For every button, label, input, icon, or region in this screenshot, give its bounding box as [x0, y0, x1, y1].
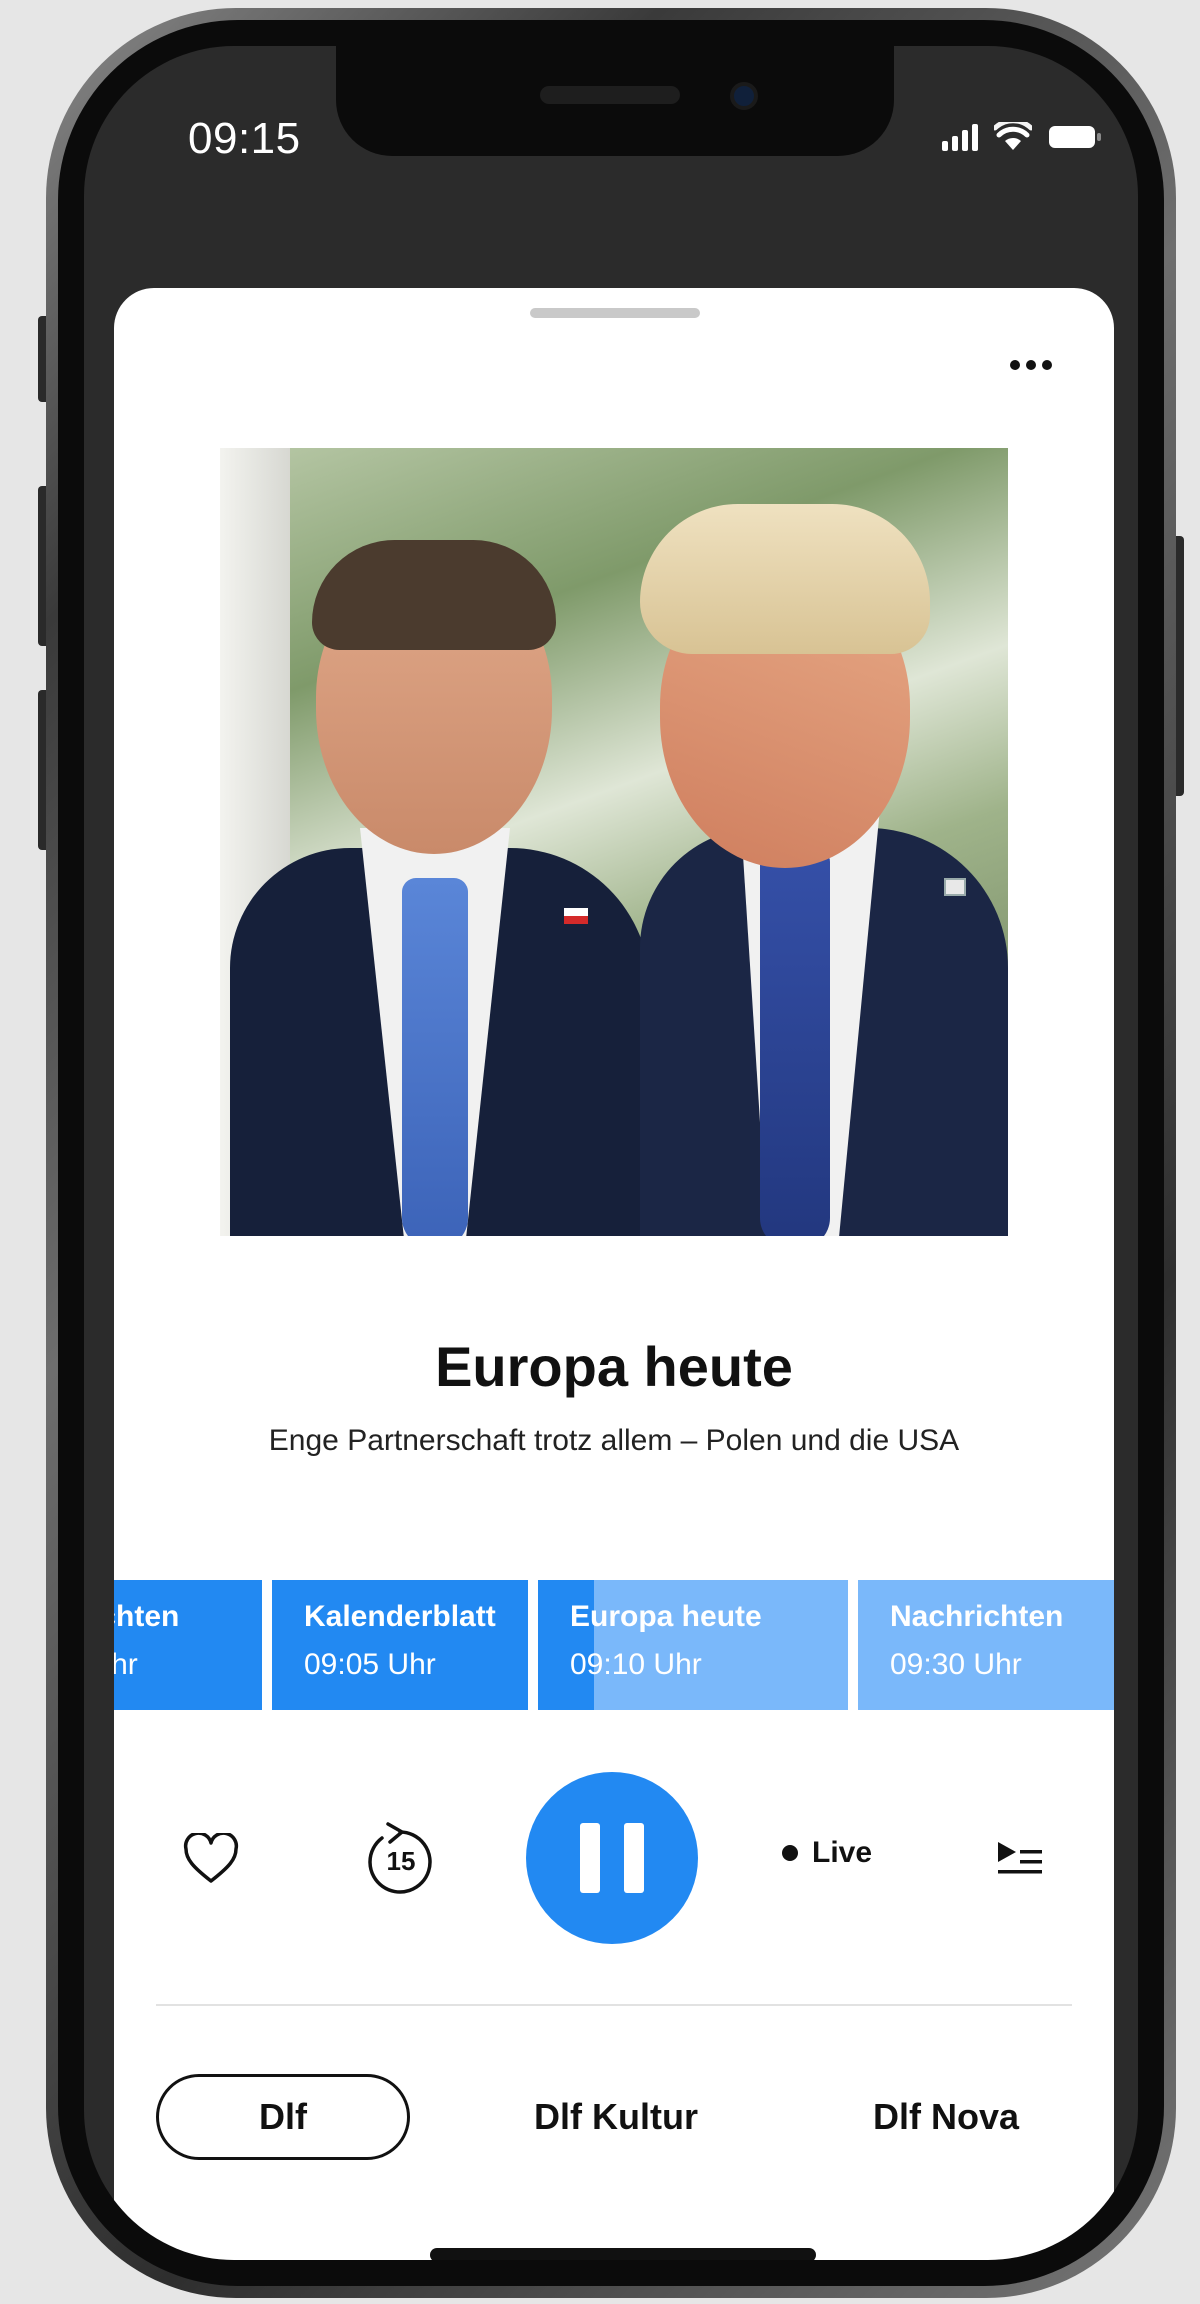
station-label: Dlf Kultur [534, 2096, 698, 2137]
show-subtitle: Enge Partnerschaft trotz allem – Polen u… [268, 1424, 960, 1457]
heart-icon [183, 1833, 239, 1883]
timeline-item[interactable]: Nachrichten 09:30 Uhr [858, 1580, 1114, 1710]
signal-icon [942, 123, 978, 151]
pause-button[interactable] [526, 1772, 698, 1944]
station-switcher: Dlf Dlf Kultur Dlf Nova [156, 2074, 1072, 2160]
rewind-label: 15 [387, 1846, 416, 1876]
sheet-grabber[interactable] [530, 308, 700, 318]
pause-icon [580, 1823, 600, 1893]
timeline-item-title: Kalenderblatt [304, 1600, 496, 1633]
timeline-item-title: Europa heute [570, 1600, 762, 1633]
status-icons [942, 122, 1102, 152]
live-dot-icon [782, 1845, 798, 1861]
rewind-15-icon: 15 [368, 1822, 432, 1894]
timeline-item-title: Nachrichten [890, 1600, 1064, 1633]
cover-image [220, 448, 1008, 1236]
timeline-item-time: 09:00 Uhr [114, 1648, 138, 1681]
favorite-button[interactable] [174, 1826, 248, 1892]
live-label: Live [812, 1836, 873, 1869]
station-dlf[interactable]: Dlf [156, 2074, 410, 2160]
front-camera [730, 82, 758, 110]
playlist-button[interactable] [990, 1830, 1050, 1886]
more-options-button[interactable] [1004, 354, 1058, 376]
timeline-item[interactable]: Nachrichten 09:00 Uhr [114, 1580, 262, 1710]
timeline-item-time: 09:10 Uhr [570, 1648, 702, 1681]
battery-icon [1049, 126, 1101, 148]
station-label: Dlf [259, 2096, 307, 2137]
live-button[interactable]: Live [782, 1836, 872, 1870]
show-title: Europa heute [435, 1335, 793, 1398]
timeline-item-title: Nachrichten [114, 1600, 180, 1633]
more-horizontal-icon [1010, 360, 1020, 370]
divider [156, 2004, 1072, 2006]
timeline-item-time: 09:30 Uhr [890, 1648, 1022, 1681]
notch [336, 46, 894, 156]
player-sheet: Europa heute Enge Partnerschaft trotz al… [114, 288, 1114, 2260]
status-time: 09:15 [188, 114, 301, 163]
timeline-item-current[interactable]: Europa heute 09:10 Uhr [538, 1580, 848, 1710]
station-label: Dlf Nova [872, 2096, 1020, 2137]
timeline-item-time: 09:05 Uhr [304, 1648, 436, 1681]
timeline-item[interactable]: Kalenderblatt 09:05 Uhr [272, 1580, 528, 1710]
home-indicator[interactable] [430, 2248, 816, 2260]
device-mockup: 09:15 Europa heute Enge Partnerschaft tr… [0, 0, 1200, 2304]
station-dlf-nova[interactable]: Dlf Nova [796, 2074, 1096, 2160]
wifi-icon [994, 122, 1032, 150]
station-dlf-kultur[interactable]: Dlf Kultur [456, 2074, 776, 2160]
speaker-grille [540, 86, 680, 104]
screen: 09:15 Europa heute Enge Partnerschaft tr… [84, 46, 1138, 2260]
program-timeline[interactable]: Nachrichten 09:00 Uhr Kalenderblatt 09:0… [114, 1580, 1114, 1710]
rewind-15-button[interactable]: 15 [360, 1818, 440, 1900]
playlist-icon [998, 1842, 1042, 1874]
